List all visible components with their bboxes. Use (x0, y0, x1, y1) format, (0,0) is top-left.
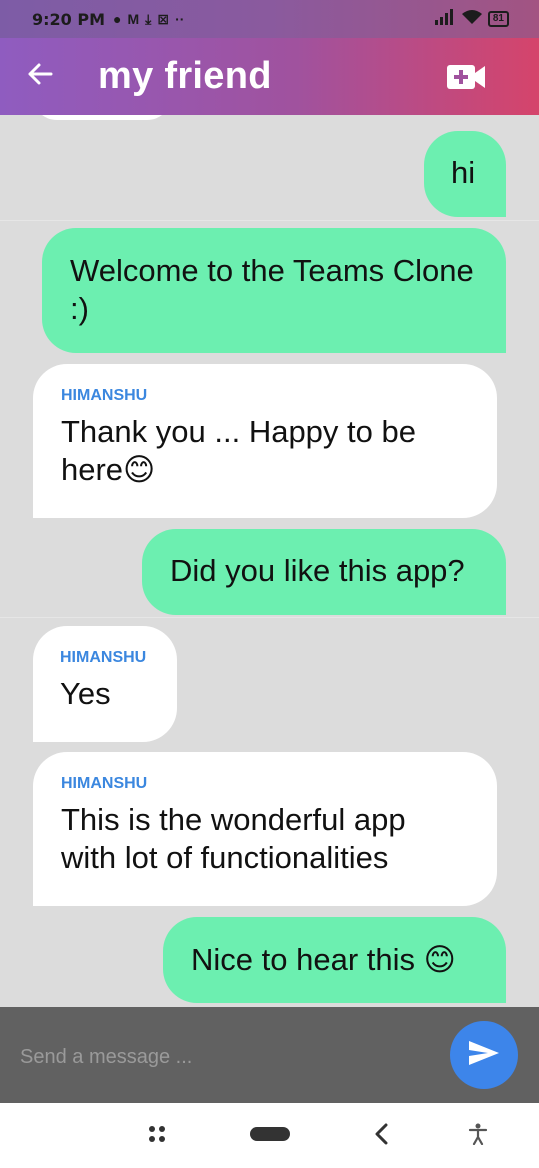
back-nav-button[interactable] (362, 1121, 402, 1151)
app-icon: ⊠ (157, 10, 170, 27)
message-text: This is the wonderful app with lot of fu… (61, 802, 406, 875)
row-divider (0, 617, 539, 618)
send-icon (468, 1039, 500, 1072)
back-button[interactable] (0, 38, 80, 115)
wifi-icon (461, 9, 482, 30)
status-time: 9:20 PM (32, 9, 106, 29)
sent-message-bubble[interactable]: Nice to hear this 😊 (163, 917, 506, 1003)
menu-dots-icon (147, 1124, 167, 1149)
sent-message-bubble[interactable]: Did you like this app? (142, 529, 506, 615)
row-divider (0, 220, 539, 221)
home-button[interactable] (250, 1121, 290, 1151)
recent-apps-button[interactable] (137, 1121, 177, 1151)
message-text: Did you like this app? (170, 553, 465, 588)
signal-icon (434, 8, 456, 30)
sent-message-bubble[interactable]: Welcome to the Teams Clone :) (42, 228, 506, 353)
app-bar: my friend (0, 38, 539, 115)
status-bar: 9:20 PM ● M ⤓ ⊠ ·· 81 (0, 0, 539, 38)
notification-dot-icon: ● (113, 11, 122, 27)
chat-title: my friend (98, 55, 272, 97)
more-dots-icon: ·· (175, 11, 185, 27)
back-chevron-icon (374, 1123, 390, 1150)
sent-message-bubble[interactable]: hi (424, 131, 506, 217)
system-nav-bar (0, 1103, 539, 1168)
accessibility-icon (468, 1123, 488, 1150)
send-button[interactable] (450, 1021, 518, 1089)
arrow-left-icon (27, 62, 53, 91)
sender-name: HIMANSHU (60, 649, 147, 666)
message-text: Welcome to the Teams Clone :) (70, 253, 474, 326)
received-message-bubble[interactable]: HIMANSHU Thank you ... Happy to be here😊 (33, 364, 497, 518)
message-text: Thank you ... Happy to be here😊 (61, 414, 416, 487)
received-message-bubble[interactable]: HIMANSHU This is the wonderful app with … (33, 752, 497, 906)
battery-icon: 81 (487, 11, 509, 27)
message-text: Nice to hear this 😊 (191, 942, 456, 977)
chat-message-list[interactable]: hi Welcome to the Teams Clone :) HIMANSH… (0, 115, 539, 1007)
message-input[interactable] (20, 1037, 430, 1077)
partial-message-bubble (32, 115, 172, 120)
home-pill-icon (250, 1126, 290, 1146)
received-message-bubble[interactable]: HIMANSHU Yes (33, 626, 177, 742)
download-icon: ⤓ (145, 10, 152, 27)
sender-name: HIMANSHU (61, 775, 148, 792)
video-plus-icon (447, 65, 487, 98)
message-composer (0, 1007, 539, 1103)
sender-name: HIMANSHU (61, 387, 148, 404)
message-text: hi (451, 155, 476, 190)
m-app-icon: M (127, 11, 140, 27)
video-call-button[interactable] (447, 60, 487, 94)
accessibility-button[interactable] (458, 1121, 498, 1151)
message-text: Yes (60, 676, 111, 711)
